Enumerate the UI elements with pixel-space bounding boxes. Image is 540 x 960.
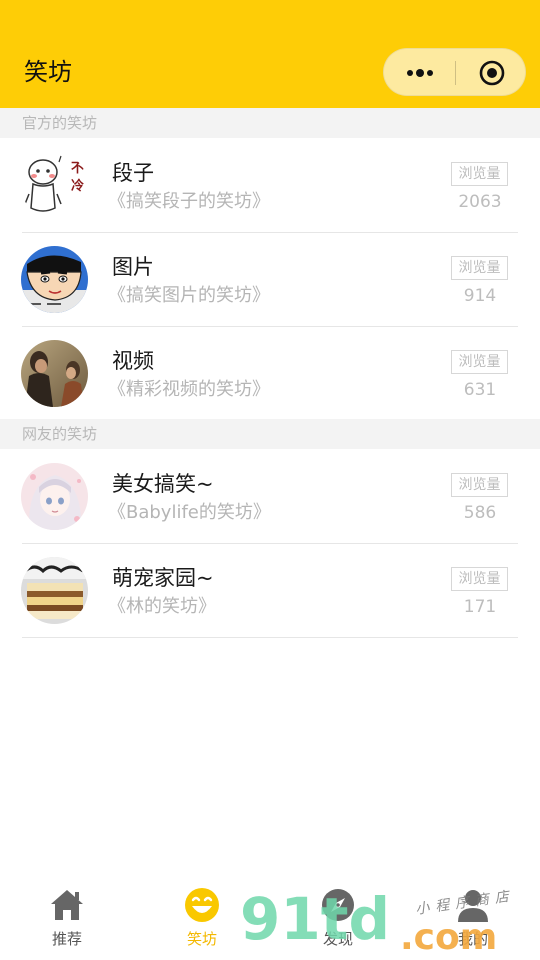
tab-laugh[interactable]: 笑坊 xyxy=(157,886,247,956)
views-count: 586 xyxy=(463,503,497,523)
tab-label: 推荐 xyxy=(51,930,82,948)
views-count: 914 xyxy=(463,286,497,306)
tab-recommend[interactable]: 推荐 xyxy=(22,886,112,956)
capsule-divider xyxy=(455,61,456,85)
crayon-shin-chan-avatar xyxy=(21,246,88,313)
row-divider xyxy=(22,637,518,638)
tab-mine[interactable]: 我的 xyxy=(428,886,518,956)
movie-still-avatar xyxy=(21,340,88,407)
section-header-official: 官方的笑坊 xyxy=(0,108,540,138)
more-dots-icon[interactable] xyxy=(404,63,436,83)
anime-girl-avatar xyxy=(21,463,88,530)
views-count: 2063 xyxy=(458,192,502,212)
tab-label: 笑坊 xyxy=(186,930,217,948)
list-item[interactable]: 美女搞笑~ 《Babylife的笑坊》 浏览量 586 xyxy=(0,449,540,544)
views-badge: 浏览量 xyxy=(451,567,508,591)
tab-label: 我的 xyxy=(457,930,488,948)
item-subtitle: 《林的笑坊》 xyxy=(108,596,216,617)
item-subtitle: 《搞笑段子的笑坊》 xyxy=(108,191,270,212)
home-icon xyxy=(51,890,83,920)
item-subtitle: 《搞笑图片的笑坊》 xyxy=(108,285,270,306)
user-icon xyxy=(458,890,488,922)
list-item[interactable]: 不冷 段子 《搞笑段子的笑坊》 浏览量 2063 xyxy=(0,138,540,233)
item-title: 段子 xyxy=(112,161,154,185)
cake-photo-avatar xyxy=(21,557,88,624)
item-title: 视频 xyxy=(112,349,154,373)
section-title: 官方的笑坊 xyxy=(22,114,98,132)
tab-discover[interactable]: 发现 xyxy=(293,886,383,956)
list-item[interactable]: 图片 《搞笑图片的笑坊》 浏览量 914 xyxy=(0,232,540,327)
list-item[interactable]: 视频 《精彩视频的笑坊》 浏览量 631 xyxy=(0,326,540,421)
item-title: 图片 xyxy=(112,255,154,279)
item-title: 萌宠家园~ xyxy=(112,566,214,590)
list-item[interactable]: 萌宠家园~ 《林的笑坊》 浏览量 171 xyxy=(0,543,540,638)
views-badge: 浏览量 xyxy=(451,162,508,186)
avatar-text: 不冷 xyxy=(71,161,85,194)
views-count: 171 xyxy=(463,597,497,617)
section-header-community: 网友的笑坊 xyxy=(0,419,540,449)
tab-label: 发现 xyxy=(322,930,353,948)
laughing-face-icon xyxy=(185,888,219,922)
views-badge: 浏览量 xyxy=(451,350,508,374)
views-badge: 浏览量 xyxy=(451,256,508,280)
views-count: 631 xyxy=(463,380,497,400)
bottom-tab-bar: 推荐 笑坊 发现 我的 xyxy=(0,880,540,960)
nav-header: 笑坊 xyxy=(0,0,540,108)
section-title: 网友的笑坊 xyxy=(22,425,98,443)
cartoon-avatar: 不冷 xyxy=(21,152,88,219)
page-title: 笑坊 xyxy=(24,58,72,86)
target-circle-icon[interactable] xyxy=(479,60,505,86)
item-title: 美女搞笑~ xyxy=(112,472,214,496)
views-badge: 浏览量 xyxy=(451,473,508,497)
item-subtitle: 《Babylife的笑坊》 xyxy=(108,502,271,523)
mini-program-capsule[interactable] xyxy=(383,48,526,96)
compass-icon xyxy=(322,889,354,921)
item-subtitle: 《精彩视频的笑坊》 xyxy=(108,379,270,400)
